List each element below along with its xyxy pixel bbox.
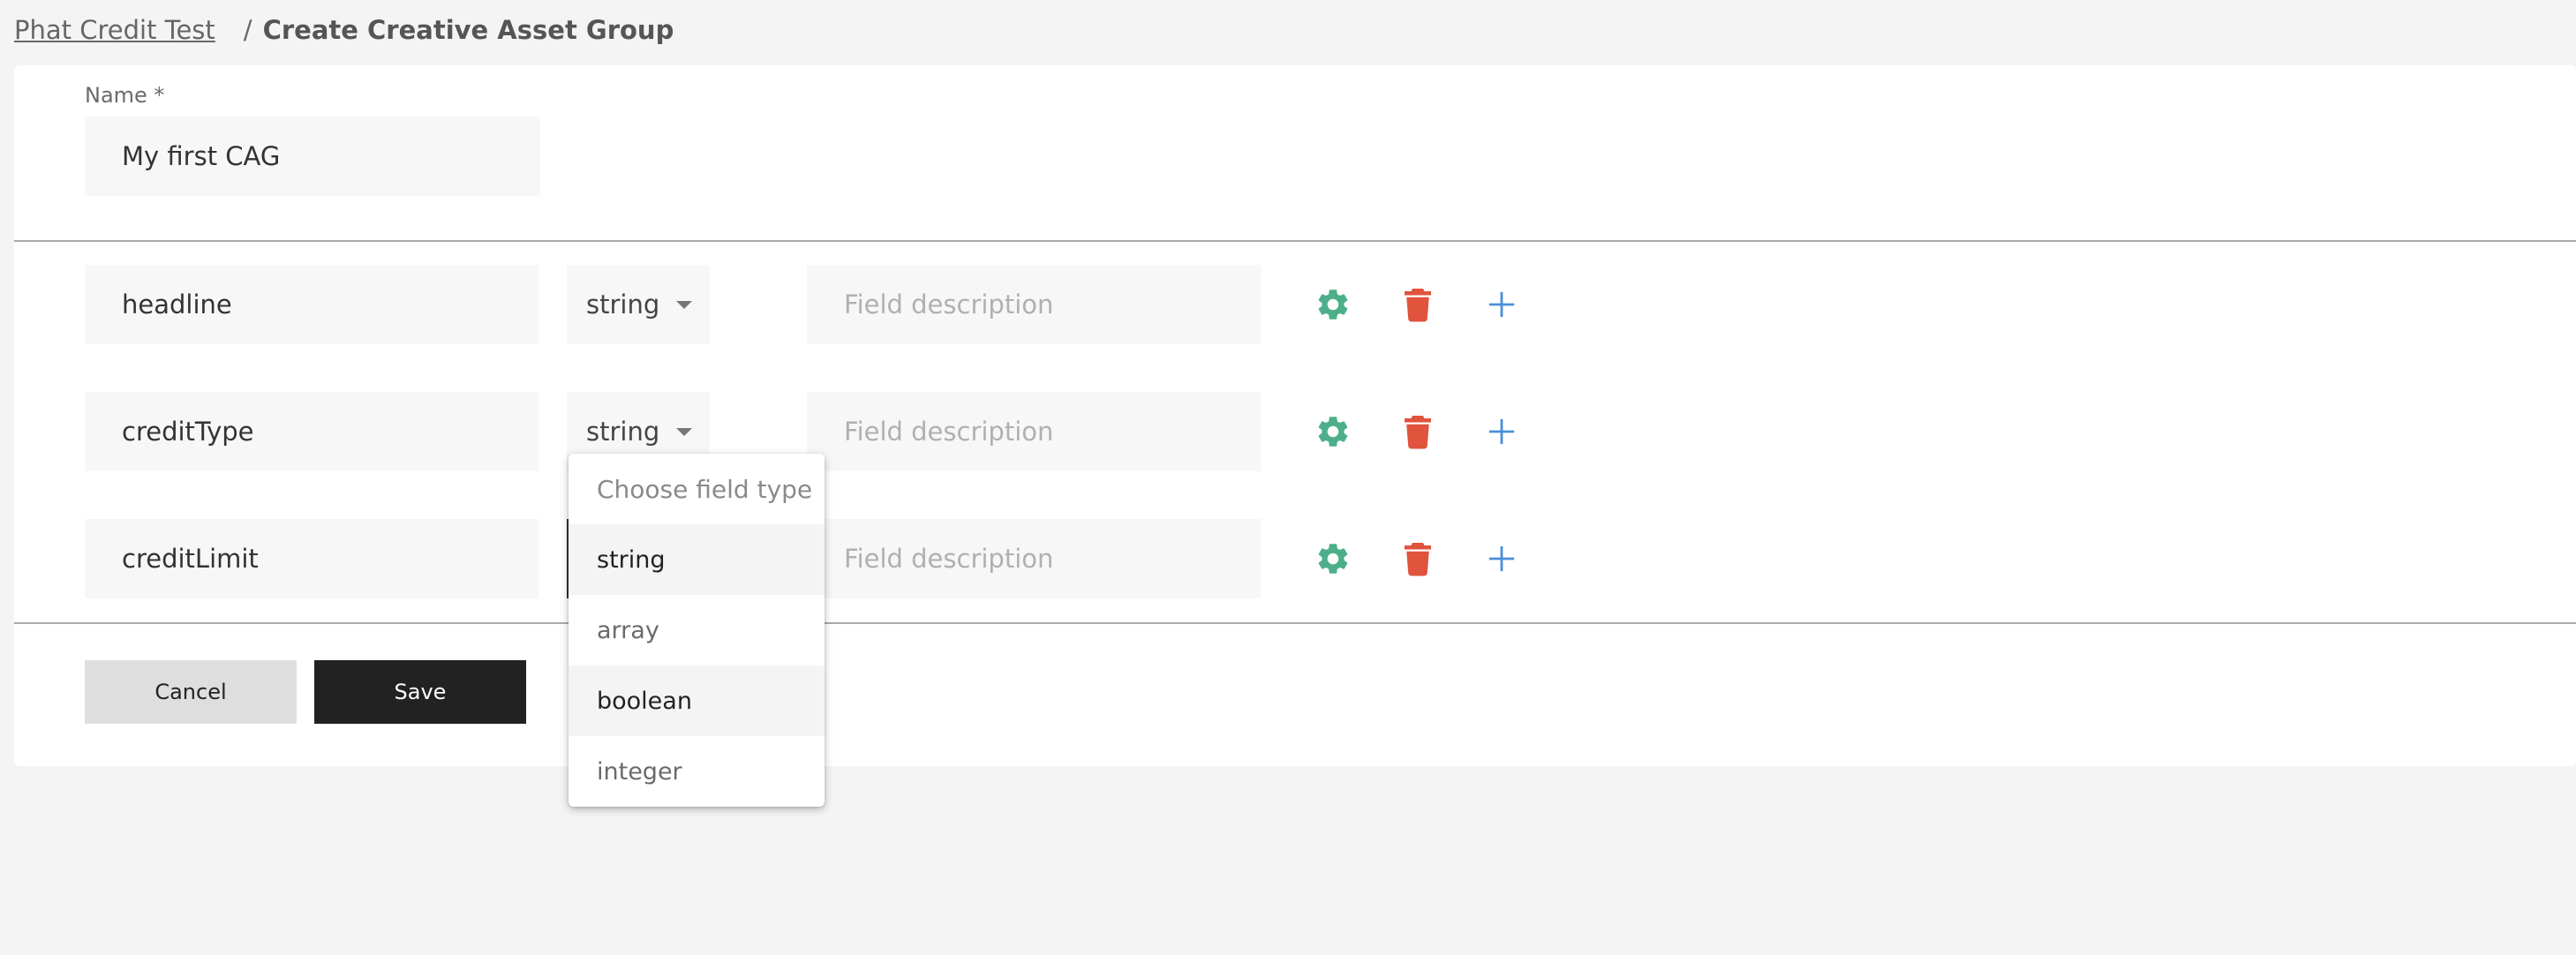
trash-icon[interactable] [1397,410,1439,453]
dropdown-header: Choose field type [597,474,813,504]
field-description-input[interactable] [807,265,1261,344]
breadcrumb-parent-link[interactable]: Phat Credit Test [14,15,215,45]
breadcrumb-separator: / [243,15,252,45]
field-row [14,519,2576,598]
divider-bottom [14,622,2576,624]
cancel-button[interactable]: Cancel [85,660,297,724]
dropdown-option-integer[interactable]: integer [569,736,825,807]
field-name-input[interactable] [85,519,539,598]
page-title: Create Creative Asset Group [262,15,674,45]
field-description-input[interactable] [807,392,1261,471]
field-type-value: string [586,290,660,320]
gear-icon[interactable] [1312,283,1354,326]
field-row: string [14,265,2576,344]
gear-icon[interactable] [1312,410,1354,453]
plus-icon[interactable] [1480,283,1523,326]
trash-icon[interactable] [1397,283,1439,326]
name-input[interactable] [85,117,540,196]
field-name-input[interactable] [85,265,539,344]
divider-top [14,240,2576,242]
form-card: Name * string string [14,65,2576,766]
gear-icon[interactable] [1312,538,1354,580]
field-type-select[interactable]: string [567,265,710,344]
name-label: Name * [85,83,165,108]
save-button[interactable]: Save [314,660,526,724]
chevron-down-icon [676,428,692,436]
field-row: string [14,392,2576,471]
dropdown-option-array[interactable]: array [569,595,825,665]
breadcrumb: Phat Credit Test / Create Creative Asset… [14,12,674,48]
plus-icon[interactable] [1480,410,1523,453]
chevron-down-icon [676,301,692,309]
dropdown-option-string[interactable]: string [569,524,825,595]
field-description-input[interactable] [807,519,1261,598]
trash-icon[interactable] [1397,538,1439,580]
plus-icon[interactable] [1480,538,1523,580]
dropdown-option-boolean[interactable]: boolean [569,665,825,736]
field-type-dropdown: Choose field type string array boolean i… [569,454,825,807]
field-name-input[interactable] [85,392,539,471]
field-type-value: string [586,417,660,447]
